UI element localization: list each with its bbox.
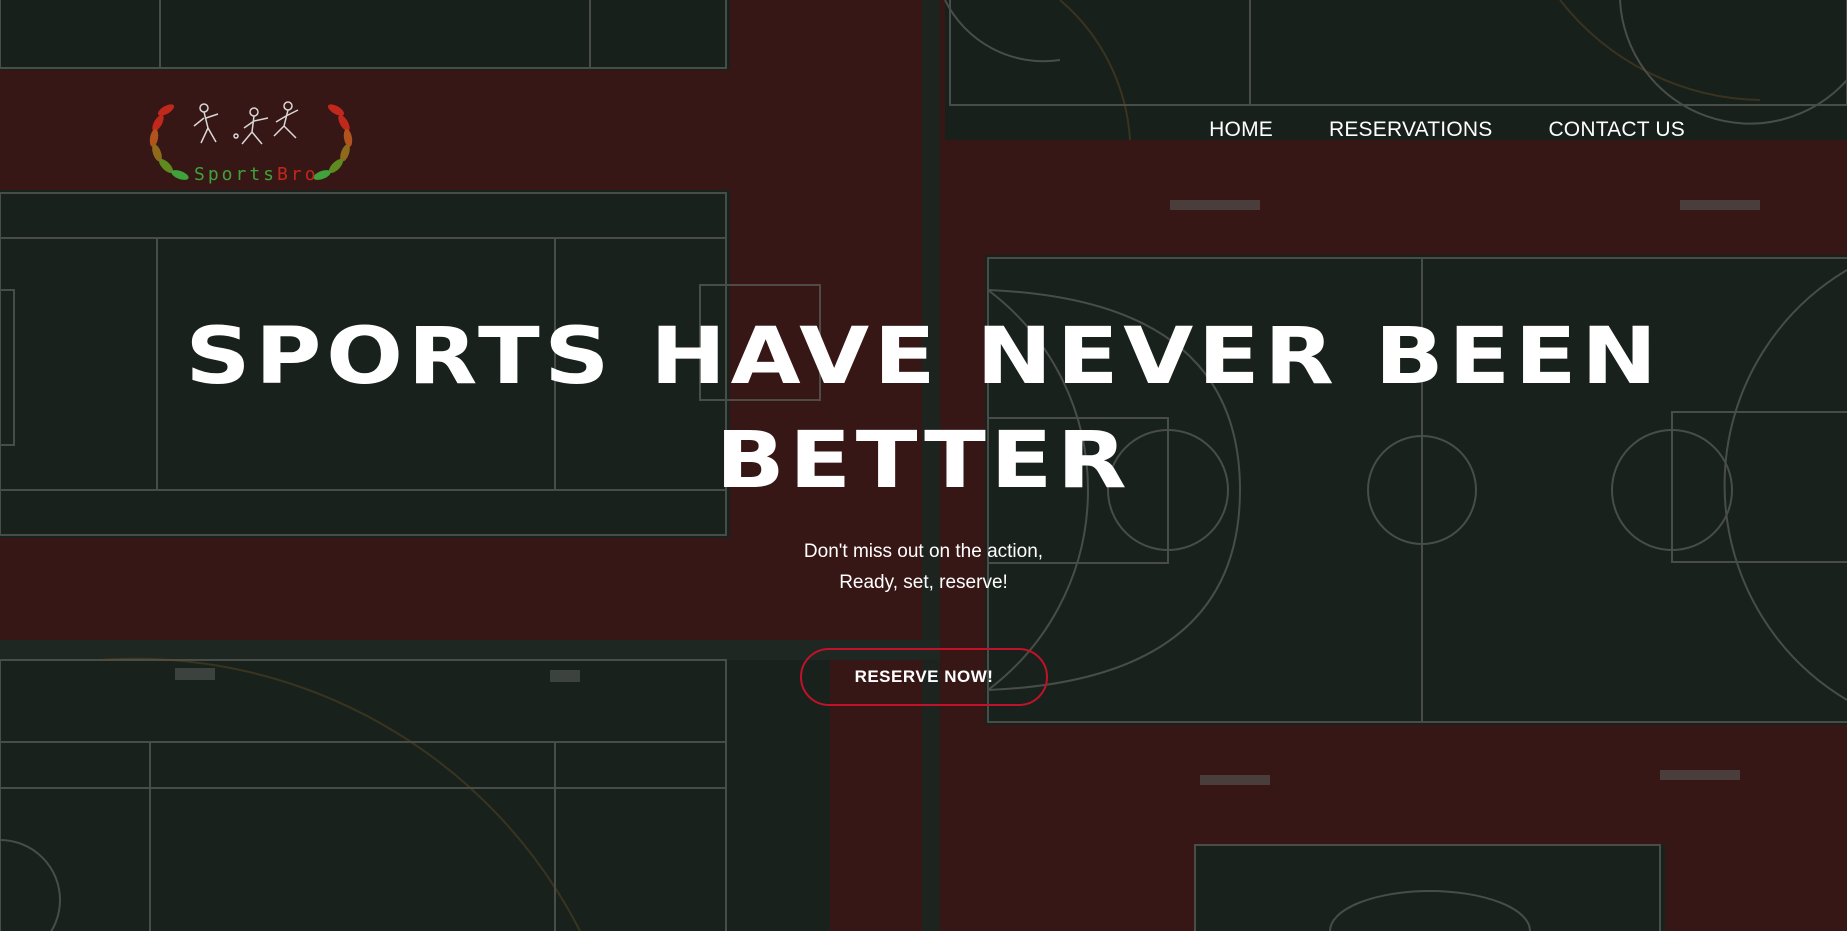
- hero-section: SportsBro HOME RESERVATIONS CONTACT US S…: [0, 0, 1847, 931]
- hero-headline-line-1: Sports have never been: [185, 312, 1662, 402]
- sportsbro-logo[interactable]: SportsBro: [146, 88, 356, 194]
- hero-headline-line-2: better: [715, 416, 1132, 506]
- hero-subtitle: Don't miss out on the action, Ready, set…: [0, 536, 1847, 598]
- hero-headline: Sports have never been better: [0, 305, 1847, 513]
- logo-wordmark: SportsBro: [194, 164, 319, 185]
- hero-subtitle-line-2: Ready, set, reserve!: [839, 572, 1008, 593]
- nav-reservations-link[interactable]: RESERVATIONS: [1329, 118, 1492, 142]
- nav-home-link[interactable]: HOME: [1209, 118, 1273, 142]
- reserve-now-button[interactable]: RESERVE NOW!: [800, 648, 1048, 706]
- nav-contact-us-link[interactable]: CONTACT US: [1548, 118, 1685, 142]
- hero-subtitle-line-1: Don't miss out on the action,: [803, 541, 1044, 562]
- main-nav: HOME RESERVATIONS CONTACT US: [1209, 118, 1685, 142]
